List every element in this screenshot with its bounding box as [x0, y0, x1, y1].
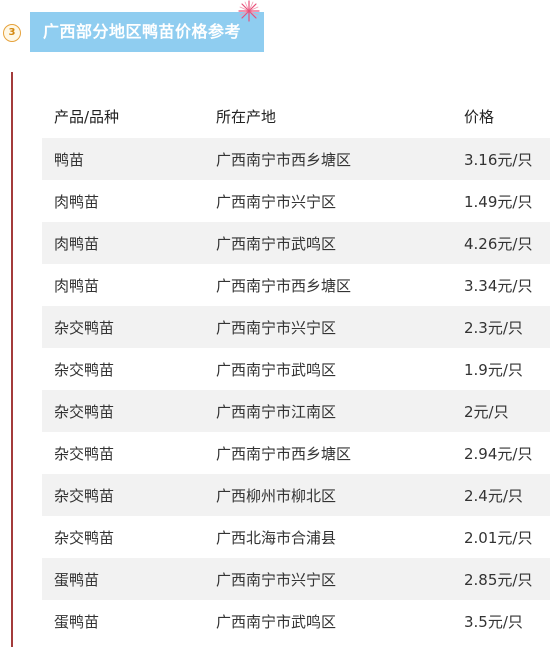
header-product: 产品/品种 — [54, 107, 120, 126]
table-row: 肉鸭苗 广西南宁市西乡塘区 3.34元/只 — [42, 264, 550, 306]
cell-price: 3.5元/只 — [464, 612, 523, 631]
table-row: 杂交鸭苗 广西南宁市武鸣区 1.9元/只 — [42, 348, 550, 390]
cell-product: 杂交鸭苗 — [54, 318, 115, 337]
cell-product: 肉鸭苗 — [54, 276, 100, 295]
cell-product: 杂交鸭苗 — [54, 360, 115, 379]
cell-product: 肉鸭苗 — [54, 234, 100, 253]
cell-price: 2.94元/只 — [464, 444, 533, 463]
price-reference-section: 3 广西部分地区鸭苗价格参考 产品/品种 所在产地 价格 鸭苗 广西南宁市西乡塘… — [0, 0, 550, 647]
cell-origin: 广西柳州市柳北区 — [216, 486, 337, 505]
cell-origin: 广西南宁市兴宁区 — [216, 570, 337, 589]
table-row: 杂交鸭苗 广西北海市合浦县 2.01元/只 — [42, 516, 550, 558]
table-row: 蛋鸭苗 广西南宁市武鸣区 3.5元/只 — [42, 600, 550, 642]
cell-price: 2.01元/只 — [464, 528, 533, 547]
table-row: 肉鸭苗 广西南宁市兴宁区 1.49元/只 — [42, 180, 550, 222]
table-row: 杂交鸭苗 广西南宁市兴宁区 2.3元/只 — [42, 306, 550, 348]
table-header-row: 产品/品种 所在产地 价格 — [42, 96, 550, 136]
cell-price: 1.9元/只 — [464, 360, 523, 379]
table-row: 蛋鸭苗 广西南宁市兴宁区 2.85元/只 — [42, 558, 550, 600]
table-row: 肉鸭苗 广西南宁市武鸣区 4.26元/只 — [42, 222, 550, 264]
cell-origin: 广西北海市合浦县 — [216, 528, 337, 547]
cell-origin: 广西南宁市西乡塘区 — [216, 444, 352, 463]
cell-product: 杂交鸭苗 — [54, 528, 115, 547]
table-row: 鸭苗 广西南宁市西乡塘区 3.16元/只 — [42, 138, 550, 180]
cell-origin: 广西南宁市西乡塘区 — [216, 150, 352, 169]
cell-origin: 广西南宁市兴宁区 — [216, 192, 337, 211]
cell-origin: 广西南宁市武鸣区 — [216, 360, 337, 379]
cell-product: 蛋鸭苗 — [54, 612, 100, 631]
cell-product: 杂交鸭苗 — [54, 402, 115, 421]
cell-price: 2.85元/只 — [464, 570, 533, 589]
cell-product: 蛋鸭苗 — [54, 570, 100, 589]
cell-price: 2元/只 — [464, 402, 509, 421]
cell-price: 2.4元/只 — [464, 486, 523, 505]
left-divider-line — [11, 72, 13, 647]
header-origin: 所在产地 — [216, 107, 277, 126]
table-row: 杂交鸭苗 广西南宁市西乡塘区 2.94元/只 — [42, 432, 550, 474]
cell-product: 杂交鸭苗 — [54, 486, 115, 505]
cell-product: 杂交鸭苗 — [54, 444, 115, 463]
price-table: 产品/品种 所在产地 价格 鸭苗 广西南宁市西乡塘区 3.16元/只 肉鸭苗 广… — [42, 96, 550, 642]
table-row: 杂交鸭苗 广西南宁市江南区 2元/只 — [42, 390, 550, 432]
section-title: 广西部分地区鸭苗价格参考 — [30, 12, 264, 52]
cell-origin: 广西南宁市兴宁区 — [216, 318, 337, 337]
header-price: 价格 — [464, 107, 495, 126]
table-row: 杂交鸭苗 广西柳州市柳北区 2.4元/只 — [42, 474, 550, 516]
cell-product: 鸭苗 — [54, 150, 85, 169]
cell-origin: 广西南宁市江南区 — [216, 402, 337, 421]
cell-price: 2.3元/只 — [464, 318, 523, 337]
cell-origin: 广西南宁市武鸣区 — [216, 234, 337, 253]
firework-sparkle-icon — [238, 0, 260, 22]
cell-price: 1.49元/只 — [464, 192, 533, 211]
cell-price: 3.16元/只 — [464, 150, 533, 169]
cell-origin: 广西南宁市西乡塘区 — [216, 276, 352, 295]
section-number-badge: 3 — [3, 24, 21, 42]
cell-price: 3.34元/只 — [464, 276, 533, 295]
cell-product: 肉鸭苗 — [54, 192, 100, 211]
cell-origin: 广西南宁市武鸣区 — [216, 612, 337, 631]
cell-price: 4.26元/只 — [464, 234, 533, 253]
